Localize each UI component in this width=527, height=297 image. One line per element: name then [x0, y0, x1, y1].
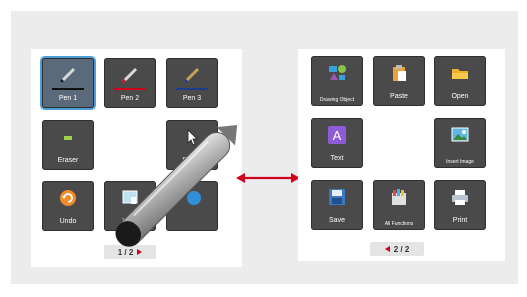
all-functions-icon [392, 189, 406, 205]
tile-label: Pen 2 [120, 95, 140, 102]
svg-text:A: A [333, 128, 342, 143]
page-indicator[interactable]: 2 / 2 [370, 242, 424, 256]
pen-1-button[interactable]: Pen 1 [42, 58, 94, 108]
tile-label: Save [329, 217, 345, 224]
previous-page-arrow-icon[interactable] [384, 246, 390, 252]
tile-label: Pen 1 [58, 95, 78, 102]
paste-button[interactable]: Paste [373, 56, 425, 106]
tile-label: All Functions [384, 221, 414, 227]
all-functions-button[interactable]: All Functions [373, 180, 425, 230]
pen-color-bar [52, 88, 84, 90]
undo-icon [60, 190, 76, 206]
tile-label: Paste [390, 93, 408, 100]
pen-2-button[interactable]: Pen 2 [104, 58, 156, 108]
folder-icon [452, 69, 468, 79]
pen-3-button[interactable]: Pen 3 [166, 58, 218, 108]
save-button[interactable]: Save [311, 180, 363, 230]
page-number: 2 / 2 [393, 244, 410, 254]
tile-label: Insert Image [446, 159, 474, 165]
tile-label: Eraser [57, 157, 79, 164]
tile-label: Text [330, 155, 344, 162]
pen-blue-icon [183, 67, 200, 84]
undo-button[interactable]: Undo [42, 181, 94, 231]
text-icon: A [328, 126, 346, 144]
double-arrow-icon [236, 173, 300, 183]
tile-label: Pen 3 [182, 95, 202, 102]
drawing-object-button[interactable]: Drawing Object [311, 56, 363, 106]
open-button[interactable]: Open [434, 56, 486, 106]
pen-red-icon [121, 67, 138, 84]
save-icon [329, 189, 345, 205]
pen-color-bar [176, 88, 208, 90]
tile-label: Drawing Object [319, 97, 355, 103]
text-button[interactable]: A Text [311, 118, 363, 168]
tile-label: Open [451, 93, 469, 100]
drawing-object-icon [329, 65, 346, 80]
pen-black-icon [59, 67, 76, 84]
stylus-pen-illustration [115, 124, 238, 247]
eraser-button[interactable]: Eraser [42, 120, 94, 170]
paste-icon [393, 65, 406, 81]
eraser-icon [64, 136, 72, 140]
insert-image-button[interactable]: Insert Image [434, 118, 486, 168]
insert-image-icon [451, 127, 469, 142]
print-icon [452, 190, 468, 205]
pen-color-bar [114, 88, 146, 90]
tile-label: Undo [59, 218, 77, 225]
print-button[interactable]: Print [434, 180, 486, 230]
tile-label: Print [452, 217, 468, 224]
